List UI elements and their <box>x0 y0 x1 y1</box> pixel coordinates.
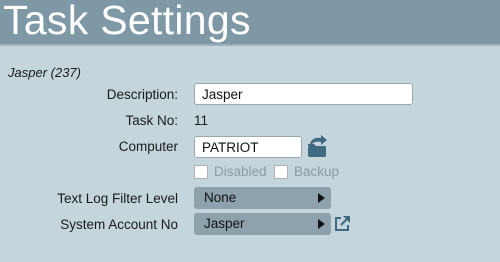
title-bar: Task Settings <box>0 0 500 46</box>
log-filter-label: Text Log Filter Level <box>57 191 178 206</box>
log-filter-dropdown[interactable]: None <box>194 187 331 209</box>
system-account-dropdown[interactable]: Jasper <box>194 213 331 235</box>
backup-checkbox-box[interactable] <box>274 164 288 179</box>
task-no-label: Task No: <box>125 113 178 128</box>
computer-input[interactable] <box>194 136 302 158</box>
dropdown-arrow-icon <box>318 193 325 203</box>
disabled-checkbox-box[interactable] <box>194 164 208 179</box>
log-filter-value: None <box>204 190 237 205</box>
description-label: Description: <box>106 87 178 102</box>
disabled-checkbox-label: Disabled <box>214 164 267 179</box>
system-account-label: System Account No <box>60 217 178 232</box>
backup-checkbox-label: Backup <box>294 164 340 179</box>
page-title: Task Settings <box>3 0 251 43</box>
task-heading: Jasper (237) <box>8 65 81 80</box>
description-input[interactable] <box>194 83 413 105</box>
computer-label: Computer <box>118 139 178 154</box>
folder-arrow-icon[interactable] <box>306 135 328 159</box>
dropdown-arrow-icon <box>318 219 325 229</box>
task-no-value: 11 <box>194 113 209 128</box>
disabled-checkbox[interactable]: Disabled <box>194 164 267 179</box>
external-link-icon[interactable] <box>334 215 351 232</box>
system-account-value: Jasper <box>204 216 245 231</box>
backup-checkbox[interactable]: Backup <box>274 164 339 179</box>
